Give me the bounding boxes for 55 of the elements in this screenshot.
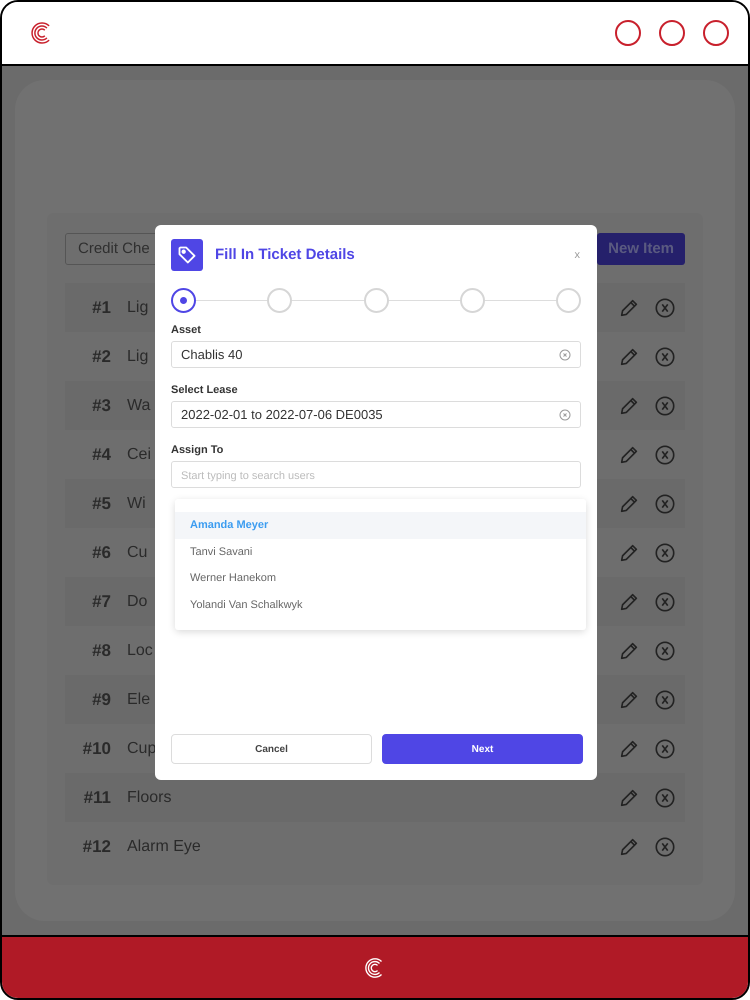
- row-title: Alarm Eye: [127, 836, 201, 856]
- user-option[interactable]: Yolandi Van Schalkwyk: [175, 592, 586, 618]
- row-number: #6: [91, 542, 111, 564]
- row-number: #1: [91, 296, 111, 319]
- user-option[interactable]: Tanvi Savani: [175, 538, 586, 565]
- row-number: #9: [91, 688, 111, 711]
- row-title: Cu: [127, 542, 148, 562]
- window-control[interactable]: [615, 20, 641, 46]
- delete-icon[interactable]: [654, 688, 676, 710]
- row-title: Floors: [127, 788, 172, 808]
- row-title: Wa: [127, 396, 150, 416]
- delete-icon[interactable]: [654, 346, 676, 368]
- delete-icon[interactable]: [654, 836, 676, 858]
- close-button[interactable]: x: [574, 246, 580, 264]
- delete-icon[interactable]: [654, 786, 676, 808]
- next-button[interactable]: Next: [382, 734, 583, 764]
- window-control[interactable]: [703, 20, 729, 46]
- window-control[interactable]: [659, 20, 685, 46]
- dialog-title: Fill In Ticket Details: [215, 244, 355, 265]
- row-number: #3: [91, 394, 111, 417]
- row-number: #10: [82, 738, 111, 760]
- field-label: Select Lease: [171, 383, 239, 398]
- input-field[interactable]: Chablis 40: [171, 341, 581, 368]
- delete-icon[interactable]: [654, 542, 676, 564]
- row-title: Ele: [127, 690, 150, 710]
- row-number: #12: [82, 836, 111, 858]
- delete-icon[interactable]: [654, 590, 676, 612]
- row-number: #2: [91, 346, 111, 368]
- delete-icon[interactable]: [654, 296, 676, 318]
- row-number: #4: [91, 444, 111, 466]
- row-number: #7: [91, 590, 111, 613]
- tag-icon: [171, 239, 203, 271]
- row-title: Cei: [127, 444, 152, 464]
- clear-icon[interactable]: [559, 408, 571, 420]
- delete-icon[interactable]: [654, 394, 676, 416]
- input-field[interactable]: Start typing to search users: [171, 461, 581, 488]
- delete-icon[interactable]: [654, 492, 676, 514]
- field-label: Assign To: [171, 443, 224, 458]
- row-title: Lig: [127, 346, 148, 366]
- user-option[interactable]: Werner Hanekom: [175, 565, 586, 592]
- row-title: Lig: [127, 298, 148, 318]
- row-number: #11: [82, 786, 111, 809]
- row-title: Wi: [127, 494, 146, 514]
- field-label: Asset: [171, 323, 202, 338]
- delete-icon[interactable]: [654, 738, 676, 760]
- row-title: Cup: [127, 738, 156, 758]
- clear-icon[interactable]: [559, 348, 571, 360]
- delete-icon[interactable]: [654, 640, 676, 662]
- row-number: #8: [91, 640, 111, 662]
- delete-icon[interactable]: [654, 444, 676, 466]
- cancel-button[interactable]: Cancel: [171, 734, 372, 764]
- row-number: #5: [91, 492, 111, 515]
- row-title: Loc: [127, 640, 153, 660]
- row-title: Do: [127, 592, 148, 612]
- input-field[interactable]: 2022-02-01 to 2022-07-06 DE0035: [171, 401, 581, 428]
